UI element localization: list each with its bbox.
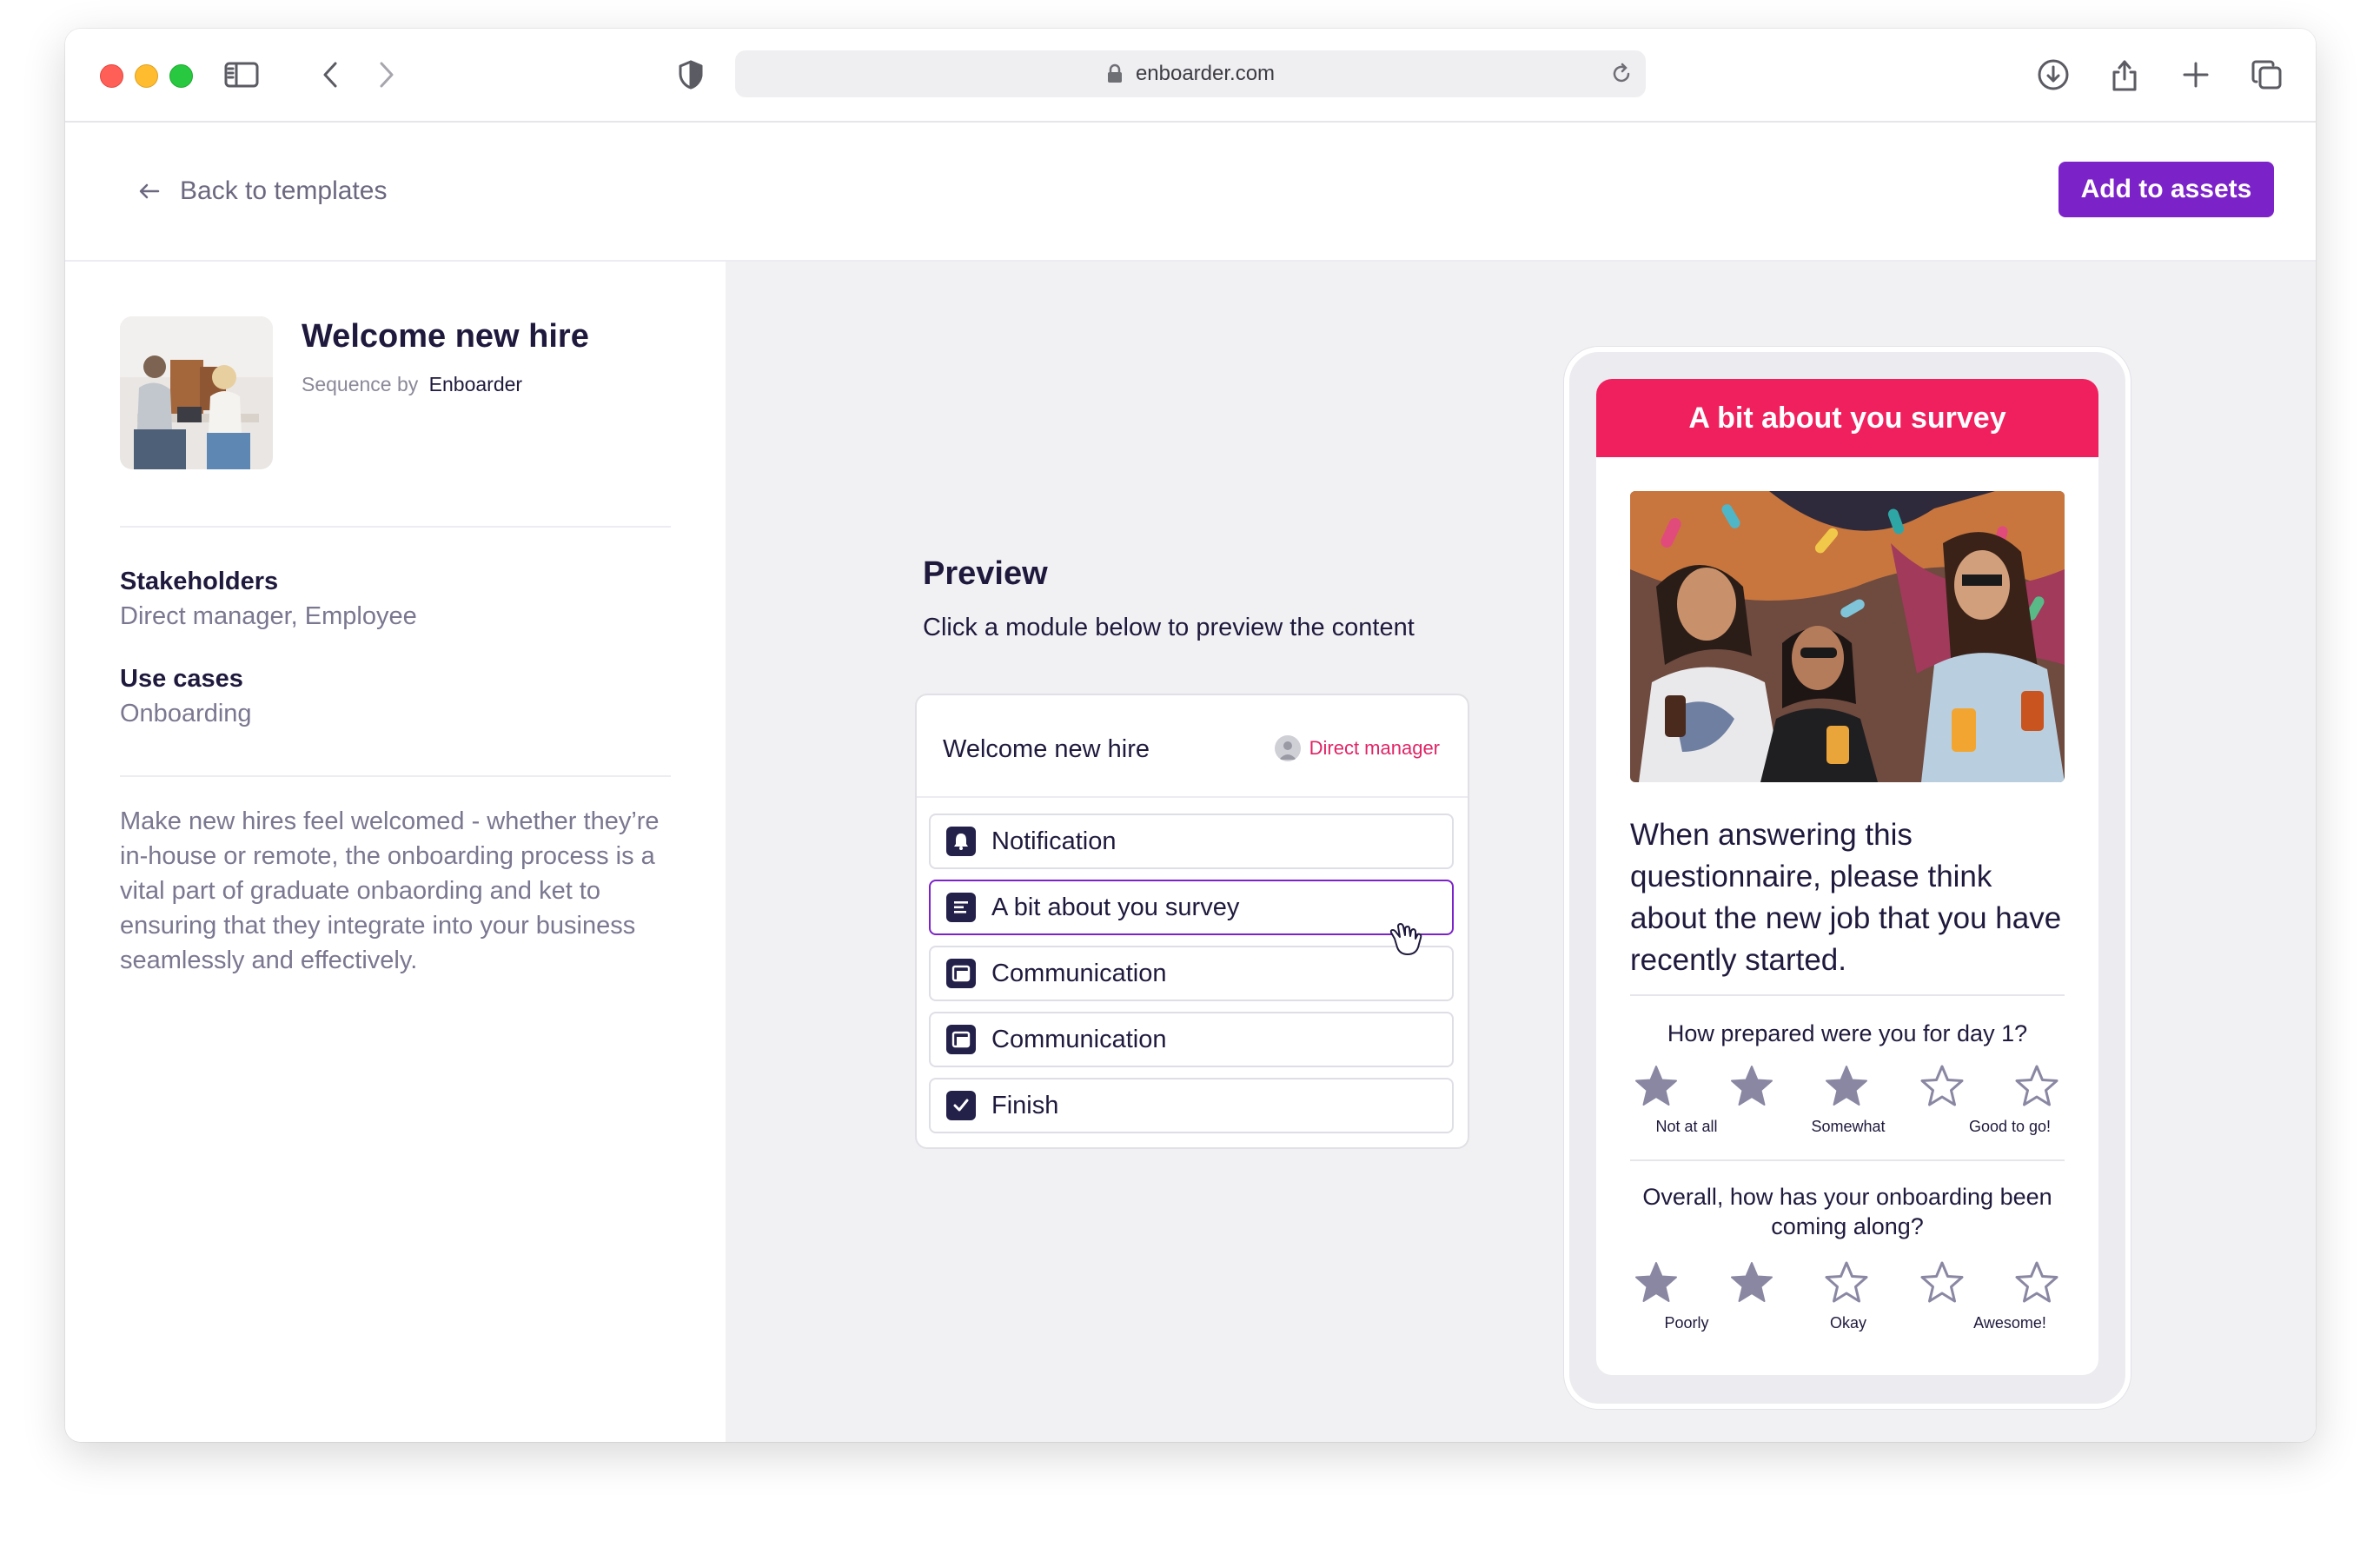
- app-header: Back to templates Add to assets: [65, 123, 2316, 262]
- survey-intro-text: When answering this questionnaire, pleas…: [1630, 818, 2062, 977]
- module-label: A bit about you survey: [991, 893, 1240, 921]
- rating-label-high: Good to go!: [1968, 1118, 2052, 1135]
- rating-label-high: Awesome!: [1973, 1314, 2046, 1332]
- role-badge: Direct manager: [1274, 735, 1440, 761]
- module-label: Finish: [991, 1091, 1059, 1119]
- module-item-communication[interactable]: Communication: [929, 1012, 1454, 1067]
- star-empty-icon[interactable]: [2014, 1064, 2059, 1109]
- star-filled-icon[interactable]: [1729, 1260, 1774, 1305]
- browser-toolbar: enboarder.com: [65, 29, 2316, 123]
- question-2-text: Overall, how has your onboarding been co…: [1642, 1184, 2052, 1239]
- rating-label-mid: Okay: [1829, 1314, 1866, 1332]
- star-filled-icon[interactable]: [1824, 1064, 1869, 1109]
- checkbox-icon: [946, 1091, 976, 1120]
- close-window-button[interactable]: [100, 64, 123, 88]
- share-icon[interactable]: [2105, 55, 2145, 95]
- star-empty-icon[interactable]: [2014, 1260, 2059, 1305]
- stakeholders-label: Stakeholders: [120, 568, 279, 595]
- phone-preview: A bit about you survey When answering th…: [1564, 347, 2131, 1409]
- hand-cursor-icon: [1389, 923, 1422, 955]
- template-details-panel: Welcome new hire Sequence by Enboarder S…: [65, 262, 726, 1442]
- module-item-finish[interactable]: Finish: [929, 1078, 1454, 1133]
- preview-area: Preview Click a module below to preview …: [726, 262, 2316, 1442]
- use-cases-label: Use cases: [120, 665, 243, 693]
- survey-header: A bit about you survey: [1596, 379, 2098, 457]
- downloads-icon[interactable]: [2033, 55, 2073, 95]
- module-label: Notification: [991, 827, 1117, 855]
- divider: [120, 775, 671, 777]
- browser-window: enboarder.com Back to templates Add to a…: [65, 29, 2316, 1442]
- divider: [1630, 1159, 2065, 1161]
- star-empty-icon[interactable]: [1919, 1064, 1965, 1109]
- star-empty-icon[interactable]: [1824, 1260, 1869, 1305]
- add-to-assets-button[interactable]: Add to assets: [2058, 162, 2274, 217]
- question-1-text: How prepared were you for day 1?: [1667, 1020, 2028, 1046]
- star-filled-icon[interactable]: [1634, 1064, 1679, 1109]
- url-text: enboarder.com: [1135, 62, 1276, 85]
- template-thumbnail: [120, 316, 273, 469]
- template-author: Enboarder: [428, 373, 523, 395]
- use-cases-value: Onboarding: [120, 700, 252, 727]
- survey-icon: [946, 893, 976, 922]
- module-item-communication[interactable]: Communication: [929, 946, 1454, 1001]
- role-label: Direct manager: [1309, 737, 1440, 759]
- rating-stars: [1630, 1260, 2065, 1309]
- module-item-notification[interactable]: Notification: [929, 814, 1454, 869]
- bell-icon: [946, 827, 976, 856]
- template-description: Make new hires feel welcomed - whether t…: [120, 807, 660, 974]
- module-item-survey[interactable]: A bit about you survey: [929, 880, 1454, 935]
- address-bar[interactable]: enboarder.com: [735, 50, 1646, 97]
- module-label: Communication: [991, 959, 1167, 987]
- lock-icon: [1106, 63, 1129, 85]
- rating-label-low: Not at all: [1655, 1118, 1718, 1135]
- module-card-header: Welcome new hire Direct manager: [917, 695, 1468, 798]
- template-byline: Sequence by Enboarder: [302, 373, 522, 396]
- star-empty-icon[interactable]: [1919, 1260, 1965, 1305]
- minimize-window-button[interactable]: [135, 64, 158, 88]
- arrow-left-icon: [139, 183, 160, 199]
- sidebar-toggle-icon[interactable]: [222, 55, 262, 95]
- divider: [1630, 994, 2065, 996]
- survey-photo: [1630, 491, 2065, 782]
- rating-stars: [1630, 1064, 2065, 1113]
- tab-overview-icon[interactable]: [2247, 55, 2287, 95]
- star-filled-icon[interactable]: [1634, 1260, 1679, 1305]
- rating-label-mid: Somewhat: [1811, 1118, 1886, 1135]
- zoom-window-button[interactable]: [169, 64, 193, 88]
- communication-icon: [946, 959, 976, 988]
- reload-icon[interactable]: [1609, 62, 1634, 86]
- avatar-icon: [1274, 735, 1301, 761]
- back-to-templates-link[interactable]: Back to templates: [136, 176, 387, 206]
- back-navigation-icon[interactable]: [311, 55, 351, 95]
- rating-label-low: Poorly: [1664, 1314, 1709, 1332]
- forward-navigation-icon[interactable]: [366, 55, 406, 95]
- sequence-by-label: Sequence by: [302, 373, 419, 395]
- preview-subtitle: Click a module below to preview the cont…: [923, 614, 1415, 641]
- stakeholders-value: Direct manager, Employee: [120, 602, 417, 630]
- star-filled-icon[interactable]: [1729, 1064, 1774, 1109]
- module-card-title: Welcome new hire: [943, 735, 1150, 763]
- phone-screen: A bit about you survey When answering th…: [1596, 379, 2098, 1375]
- divider: [120, 526, 671, 528]
- privacy-shield-icon[interactable]: [671, 55, 711, 95]
- back-link-label: Back to templates: [180, 176, 388, 205]
- communication-icon: [946, 1025, 976, 1054]
- new-tab-icon[interactable]: [2176, 55, 2216, 95]
- preview-title: Preview: [923, 555, 1048, 592]
- module-label: Communication: [991, 1025, 1167, 1053]
- template-title: Welcome new hire: [302, 318, 589, 355]
